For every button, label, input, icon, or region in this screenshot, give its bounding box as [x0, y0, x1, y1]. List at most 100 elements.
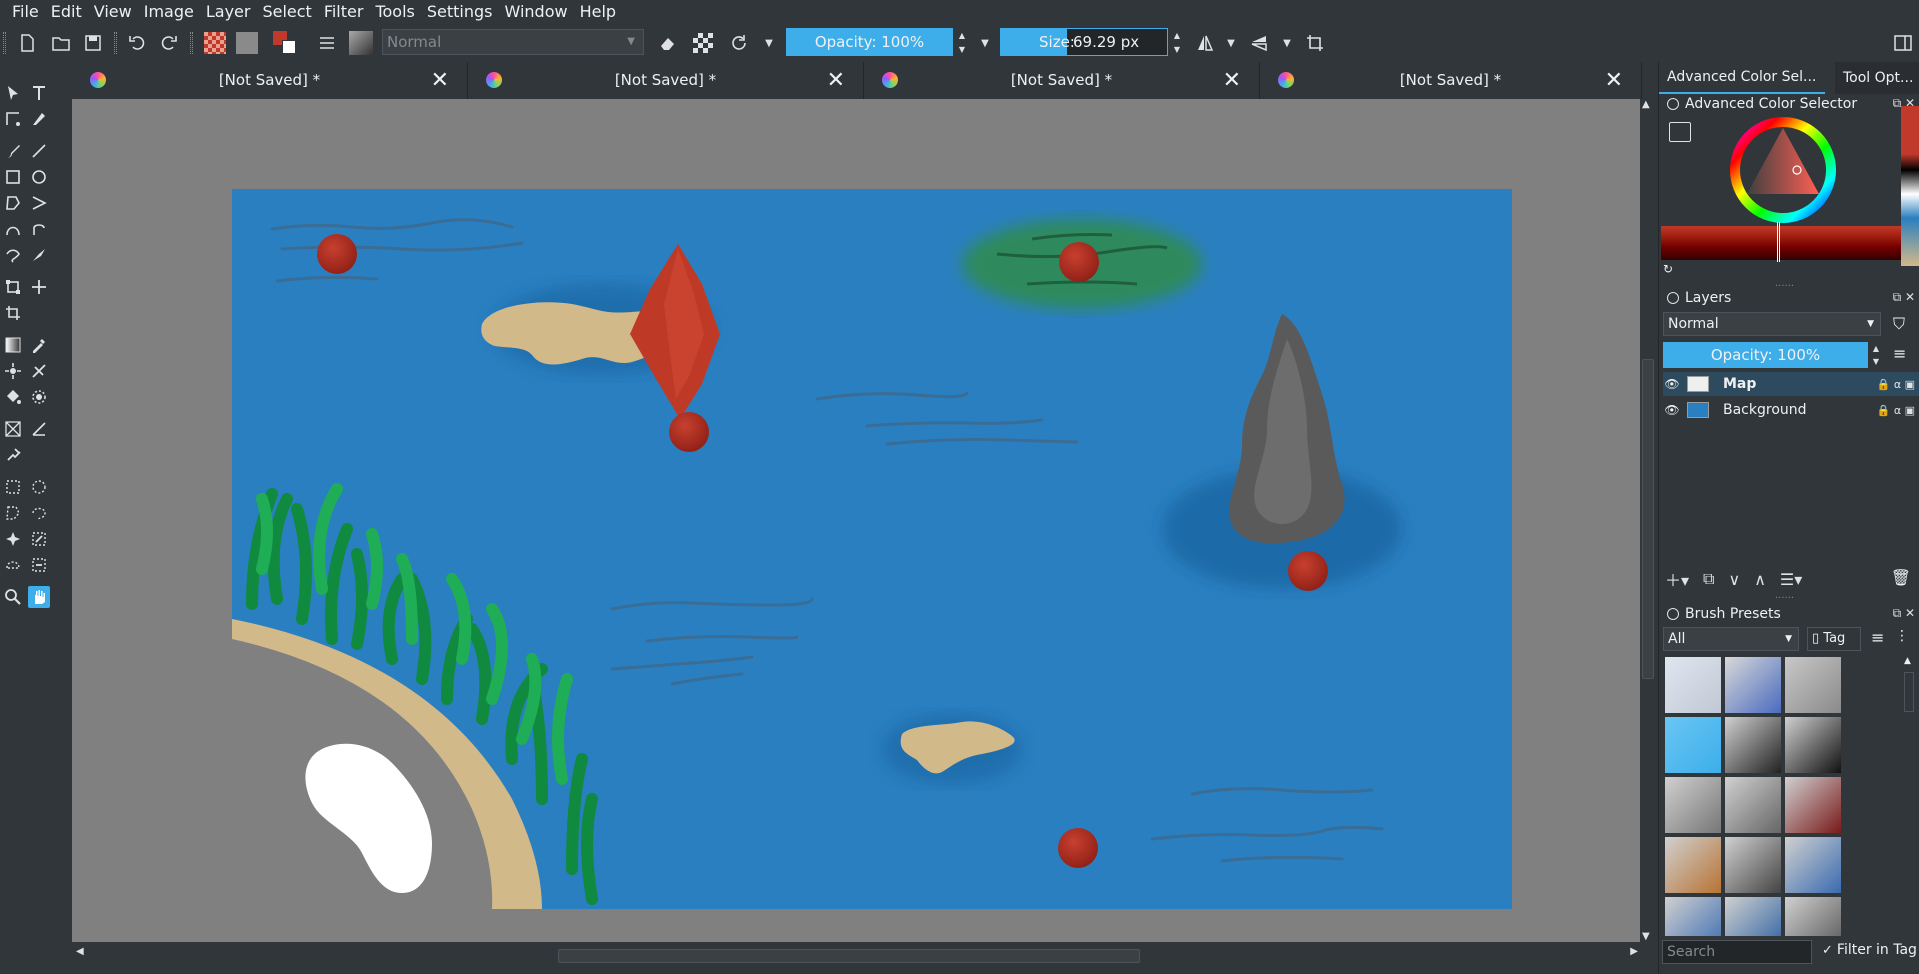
size-spin-buttons[interactable]: ▲ ▼ [1170, 28, 1184, 56]
color-wheel[interactable] [1727, 114, 1839, 226]
mirror-h-chevron-icon[interactable]: ▼ [1218, 30, 1244, 56]
open-folder-icon[interactable] [48, 30, 74, 56]
wrap-around-icon[interactable] [1302, 30, 1328, 56]
layer-opacity-spin[interactable]: ▲ ▼ [1869, 342, 1883, 368]
pattern-swatch-icon[interactable] [234, 30, 260, 56]
color-picker-tool-icon[interactable] [28, 334, 50, 356]
panel-float-close-icons[interactable]: ⧉ ✕ [1893, 606, 1915, 621]
text-tool-icon[interactable] [28, 82, 50, 104]
polygon-tool-icon[interactable] [2, 192, 24, 214]
panel-splitter-handle[interactable]: ...... [1775, 590, 1794, 601]
scroll-up-icon[interactable]: ▲ [1904, 656, 1911, 666]
brush-grid-scrollbar[interactable]: ▲ [1902, 656, 1916, 934]
document-tab-1[interactable]: [Not Saved] * ✕ [72, 62, 468, 99]
gradient-tool-icon[interactable] [2, 334, 24, 356]
canvas-viewport[interactable] [72, 99, 1642, 942]
mirror-v-chevron-icon[interactable]: ▼ [1274, 30, 1300, 56]
fill-tool-icon[interactable] [2, 386, 24, 408]
tag-button[interactable]: ▯ Tag [1807, 627, 1861, 651]
reload-dropdown-chevron-icon[interactable]: ▼ [756, 30, 782, 56]
eye-icon[interactable]: 👁 [1663, 377, 1681, 391]
menu-tools[interactable]: Tools [369, 0, 420, 24]
calligraphy-tool-icon[interactable] [28, 108, 50, 130]
select-shapes-tool-icon[interactable] [2, 82, 24, 104]
lock-icon[interactable] [1667, 292, 1679, 304]
perspective-grid-tool-icon[interactable] [2, 418, 24, 440]
contiguous-selection-tool-icon[interactable] [2, 528, 24, 550]
brush-preset-fineliner[interactable] [1724, 836, 1782, 894]
brush-grid-scroll-thumb[interactable] [1904, 672, 1914, 712]
brush-settings-icon[interactable] [314, 30, 340, 56]
tab-advanced-color-selector[interactable]: Advanced Color Sel... [1659, 62, 1825, 94]
toolbar-handle[interactable] [3, 32, 6, 54]
refresh-icon[interactable]: ↻ [1663, 262, 1673, 276]
dock-layout-icon[interactable] [1890, 30, 1916, 56]
crop-tool-icon[interactable] [2, 302, 24, 324]
tab-tool-options[interactable]: Tool Opt... [1835, 62, 1919, 94]
edit-shapes-tool-icon[interactable] [2, 108, 24, 130]
horizontal-scrollbar[interactable]: ◀ ▶ [72, 946, 1642, 966]
magnetic-selection-tool-icon[interactable] [28, 554, 50, 576]
filter-icon[interactable]: ⛉ [1893, 314, 1905, 334]
brush-preset-eraser[interactable] [1664, 656, 1722, 714]
bezier-tool-icon[interactable] [2, 218, 24, 240]
layer-menu-icon[interactable]: ≡ [1893, 344, 1906, 363]
document-tab-3[interactable]: [Not Saved] * ✕ [864, 62, 1260, 99]
brush-preset-grey-pen[interactable] [1784, 896, 1842, 936]
brush-preset-blue-eraser[interactable] [1724, 656, 1782, 714]
list-view-icon[interactable]: ≡ [1871, 628, 1884, 647]
recent-colors-bar[interactable] [1901, 106, 1919, 266]
scroll-left-icon[interactable]: ◀ [76, 946, 84, 957]
scroll-down-icon[interactable]: ▼ [1642, 931, 1650, 942]
freehand-path-tool-icon[interactable] [28, 218, 50, 240]
panel-splitter-handle[interactable]: ...... [1775, 278, 1794, 289]
panel-float-close-icons[interactable]: ⧉ ✕ [1893, 290, 1915, 305]
layer-lock-alpha-icons[interactable]: 🔒 α ▣ [1877, 378, 1915, 391]
redo-icon[interactable] [156, 30, 182, 56]
opacity-slider[interactable]: Opacity: 100% [786, 28, 953, 56]
brush-preset-ink-pen[interactable] [1724, 716, 1782, 774]
move-layer-down-icon[interactable]: ∨ [1728, 570, 1740, 589]
color-selector-settings-icon[interactable] [1669, 122, 1691, 142]
brush-filter-combo[interactable]: All ▼ [1663, 627, 1799, 651]
lock-icon[interactable] [1667, 608, 1679, 620]
menu-image[interactable]: Image [138, 0, 200, 24]
layer-lock-alpha-icons[interactable]: 🔒 α ▣ [1877, 404, 1915, 417]
brush-preset-blue-pencil[interactable] [1784, 836, 1842, 894]
ellipse-tool-icon[interactable] [28, 166, 50, 188]
pan-tool-icon[interactable] [28, 586, 50, 608]
mirror-horizontal-icon[interactable] [1192, 30, 1218, 56]
layer-row-background[interactable]: 👁 Background 🔒 α ▣ [1663, 398, 1919, 422]
brush-preset-pencil-hard[interactable] [1724, 776, 1782, 834]
menu-settings[interactable]: Settings [421, 0, 499, 24]
layer-row-map[interactable]: 👁 Map 🔒 α ▣ [1663, 372, 1919, 396]
scroll-up-icon[interactable]: ▲ [1642, 99, 1650, 110]
brush-preset-icon[interactable] [348, 30, 374, 56]
mirror-vertical-icon[interactable] [1246, 30, 1272, 56]
vertical-scroll-thumb[interactable] [1642, 359, 1654, 679]
panel-options-icon[interactable]: ⋮ [1895, 628, 1909, 644]
save-icon[interactable] [80, 30, 106, 56]
menu-file[interactable]: File [6, 0, 45, 24]
menu-window[interactable]: Window [498, 0, 573, 24]
add-layer-icon[interactable]: ＋▾ [1665, 567, 1689, 591]
lock-icon[interactable] [1667, 98, 1679, 110]
brush-preset-airbrush-selected[interactable] [1664, 716, 1722, 774]
move-layer-up-icon[interactable]: ∧ [1754, 570, 1766, 589]
menu-help[interactable]: Help [574, 0, 622, 24]
document-tab-4-active[interactable]: [Not Saved] * ✕ [1260, 62, 1642, 99]
duplicate-layer-icon[interactable]: ⧉ [1703, 569, 1714, 589]
multibrush-tool-icon[interactable] [28, 244, 50, 266]
color-slider-handle[interactable] [1777, 222, 1780, 262]
zoom-tool-icon[interactable] [2, 586, 24, 608]
layer-opacity-slider[interactable]: Opacity: 100% [1663, 342, 1868, 368]
alpha-lock-icon[interactable] [690, 30, 716, 56]
blend-mode-combo[interactable]: Normal ▼ [382, 29, 644, 55]
opacity-spin-buttons[interactable]: ▲ ▼ [955, 28, 969, 56]
filter-in-tag-checkbox[interactable]: ✓ Filter in Tag [1822, 942, 1917, 958]
undo-icon[interactable] [124, 30, 150, 56]
menu-select[interactable]: Select [256, 0, 317, 24]
brush-preset-marker[interactable] [1784, 716, 1842, 774]
brush-preset-red-pen[interactable] [1784, 776, 1842, 834]
rectangle-tool-icon[interactable] [2, 166, 24, 188]
